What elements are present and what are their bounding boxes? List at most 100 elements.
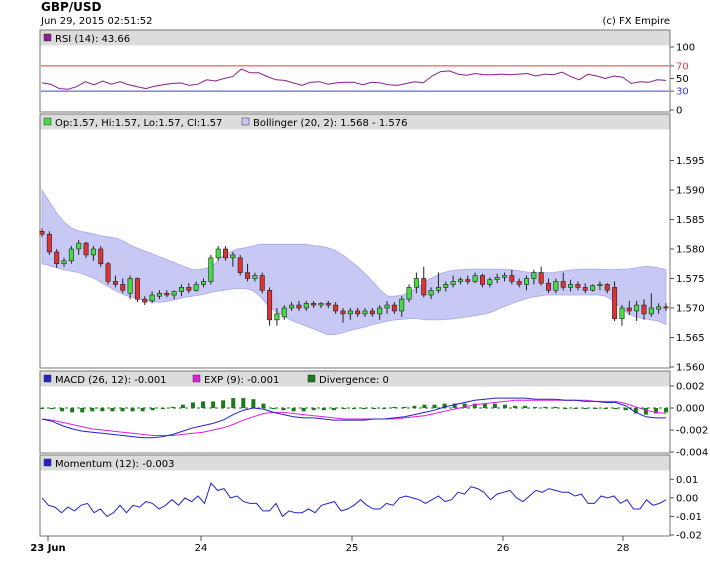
macd-tick-label: 0.002	[676, 382, 705, 393]
candle-body	[68, 248, 74, 262]
candle	[46, 231, 52, 255]
candle-body	[76, 242, 82, 250]
candle-body	[487, 279, 493, 285]
candle	[259, 272, 265, 294]
candle-body	[120, 284, 126, 291]
candle-body	[597, 284, 603, 286]
candle-body	[384, 304, 390, 309]
divergence-bar	[281, 408, 286, 411]
divergence-bar	[180, 404, 185, 408]
x-tick-label: 28	[617, 543, 630, 554]
rsi-tick-label: 100	[676, 43, 695, 54]
divergence-bar	[60, 408, 65, 412]
candle-body	[325, 302, 331, 306]
candle-body	[355, 310, 361, 315]
divergence-bar	[140, 408, 145, 412]
divergence-bar	[331, 408, 336, 411]
candle-body	[149, 294, 155, 302]
divergence-bar	[190, 402, 195, 408]
divergence-bar	[170, 406, 175, 408]
bollinger-legend-label: Bollinger (20, 2): 1.568 - 1.576	[253, 118, 407, 129]
divergence-bar	[623, 408, 628, 411]
divergence-bar	[241, 398, 246, 408]
divergence-bar	[573, 408, 578, 409]
candle-body	[186, 287, 192, 291]
candle	[98, 246, 104, 267]
divergence-bar	[513, 405, 518, 408]
candle-body	[494, 277, 500, 280]
divergence-bar	[543, 406, 548, 408]
divergence-bar	[130, 408, 135, 412]
candle-body	[465, 279, 471, 282]
candle-body	[663, 306, 669, 309]
divergence-bar	[231, 398, 236, 408]
divergence-bar	[70, 408, 75, 413]
candle-body	[399, 298, 405, 312]
momentum-legend-swatch	[43, 458, 52, 467]
divergence-bar	[502, 404, 507, 408]
divergence-legend-swatch	[307, 374, 316, 383]
price-tick-label: 1.560	[676, 363, 705, 374]
divergence-bar	[211, 401, 216, 408]
divergence-bar	[583, 408, 588, 410]
candle-body	[164, 292, 170, 296]
divergence-bar	[352, 408, 356, 410]
candle-body	[193, 284, 199, 291]
candle-body	[201, 281, 207, 285]
candle-body	[303, 302, 309, 309]
candle-body	[612, 287, 618, 319]
divergence-bar	[492, 403, 497, 408]
rsi-panel: RSI (14): 43.66 100 70 50 30 0	[39, 29, 695, 117]
macd-panel: MACD (26, 12): -0.001 EXP (9): -0.001 Di…	[39, 370, 708, 459]
candle-body	[267, 289, 273, 321]
candle	[237, 254, 243, 276]
candle-body	[230, 254, 236, 259]
candle-body	[582, 287, 588, 291]
candle-body	[450, 281, 456, 285]
x-axis: 23 Jun 24 25 26 28	[30, 536, 629, 554]
chart-canvas: RSI (14): 43.66 100 70 50 30 0 Op:1.57, Hi:1…	[30, 29, 708, 554]
candle-body	[590, 285, 596, 291]
divergence-bar	[80, 408, 85, 413]
divergence-bar	[90, 408, 95, 412]
candle-body	[215, 248, 221, 259]
candle-body	[413, 278, 419, 288]
candle-body	[553, 281, 559, 291]
rsi-legend-bar	[40, 30, 670, 46]
divergence-bar	[321, 408, 326, 411]
candle-body	[245, 272, 251, 279]
macd-tick-label: 0.000	[676, 404, 705, 415]
candle-body	[347, 310, 353, 315]
candle-body	[546, 282, 552, 291]
price-legend-swatch	[43, 117, 52, 126]
candle-body	[369, 310, 375, 315]
macd-tick-label: -0.004	[676, 448, 708, 459]
divergence-bar	[291, 408, 296, 412]
divergence-bar	[482, 403, 487, 408]
divergence-bar	[362, 408, 367, 410]
candle	[267, 287, 273, 326]
divergence-bar	[563, 408, 568, 409]
candle-body	[634, 304, 640, 312]
candle-body	[208, 257, 214, 282]
divergence-legend-label: Divergence: 0	[319, 375, 389, 386]
divergence-bar	[422, 404, 427, 408]
candle-body	[421, 278, 427, 296]
candle-body	[39, 231, 45, 235]
candle-body	[391, 304, 397, 312]
candle-body	[289, 304, 295, 309]
candle-body	[524, 278, 530, 285]
candle-body	[83, 242, 89, 256]
divergence-bar	[643, 408, 648, 415]
candle-body	[46, 233, 52, 253]
candle	[105, 261, 111, 285]
macd-legend-label: MACD (26, 12): -0.001	[55, 375, 167, 386]
divergence-bar	[251, 399, 256, 408]
price-panel: Op:1.57, Hi:1.57, Lo:1.57, Cl:1.57 Bolli…	[39, 113, 705, 374]
candle	[68, 246, 74, 264]
candle-body	[479, 275, 485, 285]
rsi-tick-label: 70	[676, 61, 689, 72]
divergence-bar	[40, 408, 44, 409]
rsi-tick-label: 0	[676, 106, 682, 117]
divergence-bar	[341, 408, 346, 410]
